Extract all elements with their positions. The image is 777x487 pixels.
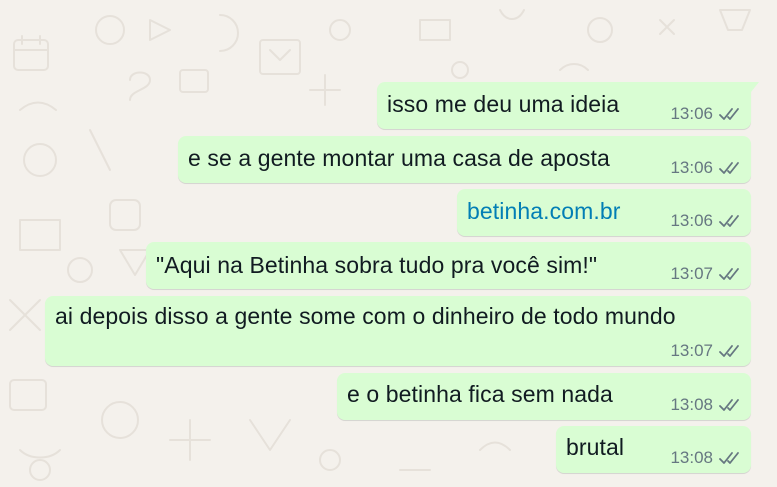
message-time: 13:08 [670,448,713,467]
message-meta: 13:08 [670,395,741,415]
message-time: 13:06 [670,104,713,123]
message-time: 13:07 [670,264,713,283]
message-text: e se a gente montar uma casa de aposta [188,145,610,171]
delivered-icon [719,399,739,411]
message-meta: 13:08 [670,448,741,468]
message-text: brutal [566,434,625,460]
message-bubble[interactable]: e se a gente montar uma casa de aposta 1… [178,136,751,183]
message-link[interactable]: betinha.com.br [467,197,621,225]
message-meta: 13:06 [670,211,741,231]
message-bubble[interactable]: brutal 13:08 [556,426,751,473]
message-bubble[interactable]: "Aqui na Betinha sobra tudo pra você sim… [146,242,751,289]
message-list[interactable]: isso me deu uma ideia 13:06 e se a gente… [0,0,777,487]
delivered-icon [719,162,739,174]
message-text: isso me deu uma ideia [387,91,620,117]
message-bubble[interactable]: isso me deu uma ideia 13:06 [377,82,759,129]
delivered-icon [719,452,739,464]
message-text: ai depois disso a gente some com o dinhe… [55,303,676,329]
message-meta: 13:06 [670,158,741,178]
delivered-icon [719,108,739,120]
message-meta: 13:07 [670,341,741,361]
delivered-icon [719,268,739,280]
delivered-icon [719,345,739,357]
message-time: 13:06 [670,158,713,177]
message-meta: 13:07 [670,264,741,284]
message-time: 13:08 [670,395,713,414]
message-text: "Aqui na Betinha sobra tudo pra você sim… [156,252,598,278]
message-meta: 13:06 [670,104,741,124]
message-bubble[interactable]: betinha.com.br 13:06 [457,189,751,236]
message-bubble[interactable]: e o betinha fica sem nada 13:08 [337,373,751,420]
message-text: e o betinha fica sem nada [347,381,613,407]
message-time: 13:07 [670,341,713,360]
delivered-icon [719,215,739,227]
message-bubble[interactable]: ai depois disso a gente some com o dinhe… [45,296,751,366]
message-time: 13:06 [670,211,713,230]
